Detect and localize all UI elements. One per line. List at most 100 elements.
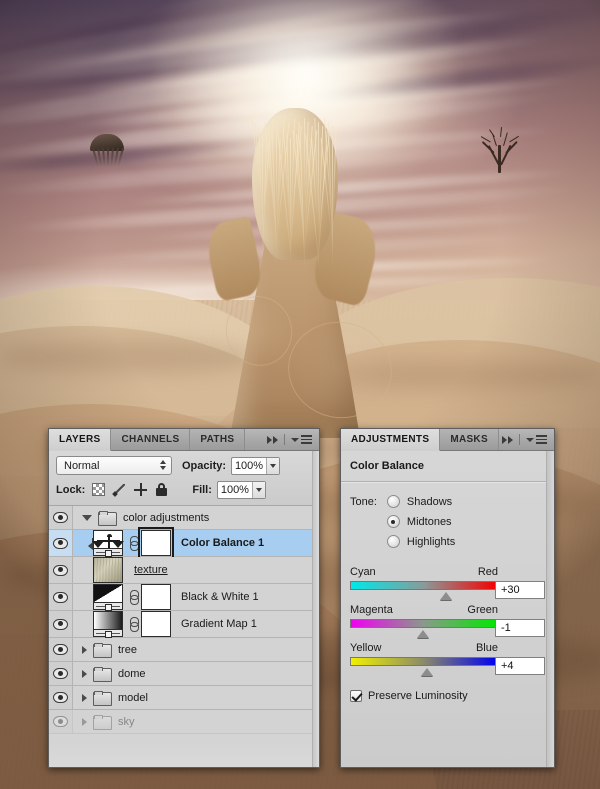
- chevron-right-icon[interactable]: [82, 645, 87, 654]
- layers-panel-tools: [267, 429, 319, 450]
- slider-track[interactable]: [350, 619, 498, 638]
- eye-icon: [53, 537, 68, 549]
- layer-row[interactable]: texture: [49, 557, 319, 584]
- layer-visibility-toggle[interactable]: [49, 686, 73, 709]
- tone-label: Tone:: [350, 496, 377, 508]
- layer-thumbnail[interactable]: [92, 530, 124, 557]
- lock-all-icon[interactable]: [155, 483, 168, 496]
- layer-row[interactable]: dome: [49, 662, 319, 686]
- layer-visibility-toggle[interactable]: [49, 611, 73, 637]
- layer-thumbnail[interactable]: [93, 611, 123, 638]
- radio-button[interactable]: [386, 535, 400, 548]
- opacity-field[interactable]: 100%: [231, 456, 281, 475]
- blend-mode-select[interactable]: Normal: [56, 456, 172, 475]
- layer-mask-thumbnail[interactable]: [141, 584, 171, 610]
- double-arrow-right-icon[interactable]: [502, 435, 513, 444]
- lock-move-icon[interactable]: [134, 483, 148, 496]
- layer-visibility-toggle[interactable]: [49, 530, 73, 556]
- slider-end-labels: Cyan Red: [350, 566, 498, 578]
- tone-option-shadows[interactable]: Shadows: [386, 495, 455, 508]
- chevron-right-icon[interactable]: [82, 669, 87, 678]
- adjustments-scrollbar[interactable]: [546, 451, 554, 767]
- layer-row[interactable]: model: [49, 686, 319, 710]
- layer-thumbnail[interactable]: [93, 584, 123, 611]
- layer-row-body[interactable]: color adjustments: [73, 506, 319, 529]
- slider-value-field[interactable]: +30: [495, 581, 545, 599]
- panel-menu-icon[interactable]: [291, 435, 312, 444]
- slider-handle[interactable]: [416, 630, 429, 638]
- panel-menu-icon[interactable]: [526, 435, 547, 444]
- tab-paths[interactable]: PATHS: [190, 429, 246, 450]
- color-balance-sliders: Cyan Red +30 Magenta Green -1 Yellow Blue +4: [341, 552, 554, 676]
- folder-icon: [93, 715, 112, 730]
- layer-visibility-toggle[interactable]: [49, 710, 73, 733]
- thumbnail-slider-bar: [94, 548, 122, 557]
- link-icon[interactable]: [129, 590, 139, 605]
- link-icon[interactable]: [129, 536, 139, 551]
- layer-visibility-toggle[interactable]: [49, 557, 73, 583]
- tab-masks[interactable]: MASKS: [440, 429, 499, 450]
- layers-scrollbar[interactable]: [312, 451, 319, 767]
- preserve-luminosity-checkbox[interactable]: [350, 690, 362, 702]
- layer-row[interactable]: Black & White 1: [49, 584, 319, 611]
- layer-row-body[interactable]: Color Balance 1: [73, 527, 319, 559]
- chevron-right-icon[interactable]: [82, 693, 87, 702]
- link-icon[interactable]: [129, 617, 139, 632]
- layer-thumbnail[interactable]: [93, 557, 123, 583]
- layer-row-body[interactable]: tree: [73, 638, 319, 661]
- tab-channels[interactable]: CHANNELS: [111, 429, 191, 450]
- slider-track[interactable]: [350, 657, 498, 676]
- lock-paint-icon[interactable]: [113, 483, 126, 496]
- folder-icon: [93, 667, 112, 682]
- layer-name: tree: [118, 643, 137, 656]
- slider-value-field[interactable]: -1: [495, 619, 545, 637]
- layer-row[interactable]: sky: [49, 710, 319, 734]
- color-balance-slider: Cyan Red +30: [350, 566, 545, 600]
- layer-name: Black & White 1: [181, 591, 259, 603]
- double-arrow-right-icon[interactable]: [267, 435, 278, 444]
- tone-option-highlights[interactable]: Highlights: [386, 535, 455, 548]
- adjustments-body: Color Balance Tone: Shadows Midtones Highl…: [341, 451, 554, 767]
- layer-row-body[interactable]: Black & White 1: [73, 584, 319, 611]
- layer-row[interactable]: tree: [49, 638, 319, 662]
- slider-value-field[interactable]: +4: [495, 657, 545, 675]
- preserve-luminosity-row[interactable]: Preserve Luminosity: [341, 680, 554, 702]
- chevron-down-icon[interactable]: [266, 457, 280, 474]
- tree-branch: [498, 145, 501, 173]
- list-fade-overlay: [49, 741, 319, 767]
- layer-visibility-toggle[interactable]: [49, 506, 73, 529]
- slider-handle[interactable]: [420, 668, 433, 676]
- layer-row-body[interactable]: Gradient Map 1: [73, 611, 319, 638]
- tab-adjustments[interactable]: ADJUSTMENTS: [341, 429, 441, 451]
- layer-visibility-toggle[interactable]: [49, 662, 73, 685]
- lock-transparency-icon[interactable]: [92, 483, 106, 496]
- layer-visibility-toggle[interactable]: [49, 638, 73, 661]
- layer-row[interactable]: Gradient Map 1: [49, 611, 319, 638]
- radio-button[interactable]: [386, 515, 400, 528]
- chevron-down-icon[interactable]: [82, 514, 92, 521]
- chevron-right-icon[interactable]: [82, 717, 87, 726]
- tab-layers[interactable]: LAYERS: [49, 429, 112, 451]
- chevron-down-icon[interactable]: [251, 481, 265, 498]
- layer-row[interactable]: Color Balance 1: [49, 527, 319, 559]
- layer-row-body[interactable]: texture: [73, 557, 319, 583]
- layer-visibility-toggle[interactable]: [49, 584, 73, 610]
- layer-row-body[interactable]: sky: [73, 710, 319, 733]
- folder-icon: [93, 691, 112, 706]
- tone-section: Tone: Shadows Midtones Highlights: [341, 482, 554, 552]
- layer-row-body[interactable]: dome: [73, 662, 319, 685]
- slider-handle[interactable]: [439, 592, 452, 600]
- layer-row-body[interactable]: model: [73, 686, 319, 709]
- layer-row[interactable]: color adjustments: [49, 506, 319, 530]
- layer-mask-thumbnail[interactable]: [141, 611, 171, 637]
- layer-mask-thumbnail[interactable]: [138, 527, 174, 559]
- tone-option-midtones[interactable]: Midtones: [386, 515, 455, 528]
- stepper-icon[interactable]: [160, 460, 166, 470]
- layers-controls: Normal Opacity: 100% Lock: Fill: 100%: [49, 451, 319, 506]
- slider-track[interactable]: [350, 581, 498, 600]
- tree-branch: [505, 140, 518, 154]
- eye-icon: [53, 512, 68, 523]
- adjustments-panel-tools: [502, 429, 554, 450]
- radio-button[interactable]: [386, 495, 400, 508]
- fill-field[interactable]: 100%: [216, 480, 266, 499]
